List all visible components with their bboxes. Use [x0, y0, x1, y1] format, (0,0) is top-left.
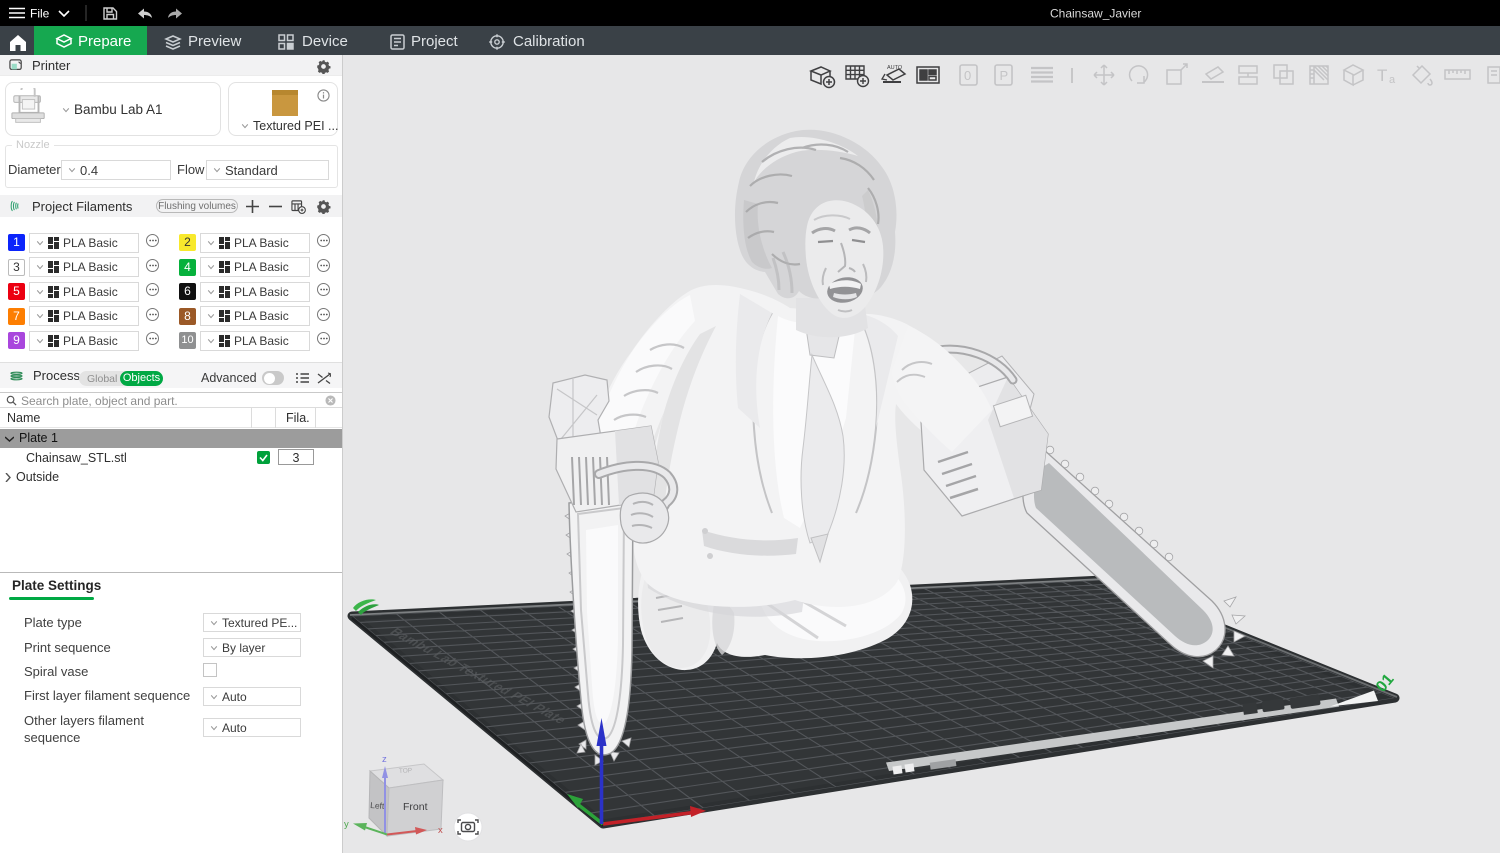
- svg-text:Prepare: Prepare: [78, 33, 131, 50]
- svg-text:z: z: [382, 754, 387, 765]
- svg-text:Device: Device: [302, 33, 348, 50]
- svg-text:Calibration: Calibration: [513, 33, 585, 50]
- svg-text:Front: Front: [403, 801, 428, 813]
- svg-text:x: x: [438, 825, 443, 836]
- svg-text:Chainsaw_Javier: Chainsaw_Javier: [1050, 7, 1141, 21]
- svg-text:Project: Project: [411, 33, 459, 50]
- svg-text:File: File: [30, 7, 50, 21]
- svg-text:Preview: Preview: [188, 33, 242, 50]
- svg-text:y: y: [344, 819, 349, 830]
- svg-text:Left: Left: [370, 800, 385, 811]
- svg-text:TOP: TOP: [399, 767, 413, 775]
